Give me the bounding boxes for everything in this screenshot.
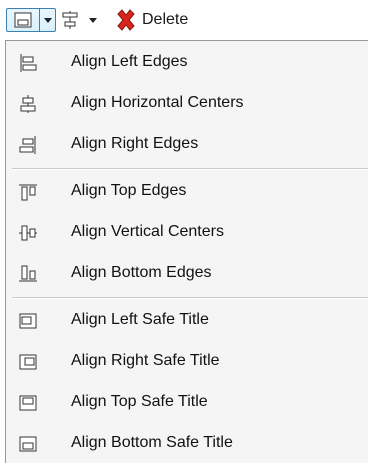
- align-horizontal-centers-icon: [20, 95, 36, 113]
- menu-item-label: Align Top Edges: [71, 182, 187, 199]
- align-right-edges-icon: [19, 136, 36, 154]
- distribute-icon: [62, 11, 78, 29]
- delete-label: Delete: [142, 11, 189, 28]
- align-top-edges-icon: [19, 184, 37, 201]
- menu-item-align-horizontal-centers[interactable]: Align Horizontal Centers: [6, 84, 368, 125]
- menu-item-align-left-edges[interactable]: Align Left Edges: [6, 43, 368, 84]
- menu-item-align-top-safe-title[interactable]: Align Top Safe Title: [6, 383, 368, 424]
- dropdown-arrow-icon: [89, 18, 97, 23]
- menu-item-align-vertical-centers[interactable]: Align Vertical Centers: [6, 213, 368, 254]
- menu-item-align-top-edges[interactable]: Align Top Edges: [6, 172, 368, 213]
- menu-item-label: Align Vertical Centers: [71, 223, 224, 240]
- menu-item-align-right-edges[interactable]: Align Right Edges: [6, 125, 368, 166]
- menu-item-label: Align Horizontal Centers: [71, 94, 244, 111]
- toolbar: Delete: [0, 0, 368, 40]
- menu-item-align-left-safe-title[interactable]: Align Left Safe Title: [6, 301, 368, 342]
- menu-item-label: Align Left Safe Title: [71, 311, 209, 328]
- align-icon: [14, 12, 32, 28]
- menu-separator: [12, 168, 368, 170]
- menu-item-label: Align Bottom Safe Title: [71, 434, 233, 451]
- align-top-safe-title-icon: [19, 395, 37, 411]
- menu-item-label: Align Left Edges: [71, 53, 188, 70]
- menu-item-align-bottom-safe-title[interactable]: Align Bottom Safe Title: [6, 424, 368, 465]
- menu-separator: [12, 297, 368, 299]
- menu-item-label: Align Bottom Edges: [71, 264, 212, 281]
- menu-item-label: Align Right Safe Title: [71, 352, 220, 369]
- menu-item-align-right-safe-title[interactable]: Align Right Safe Title: [6, 342, 368, 383]
- delete-x-icon: [117, 9, 135, 31]
- align-vertical-centers-icon: [19, 225, 37, 241]
- menu-item-label: Align Top Safe Title: [71, 393, 208, 410]
- align-left-edges-icon: [20, 54, 37, 72]
- dropdown-arrow-icon: [44, 18, 52, 23]
- align-split-button[interactable]: [6, 8, 56, 32]
- menu-item-label: Align Right Edges: [71, 135, 199, 152]
- align-dropdown-button[interactable]: [40, 9, 56, 31]
- delete-button[interactable]: Delete: [108, 8, 228, 32]
- align-menu: Align Left Edges Align Horizontal Center…: [5, 40, 368, 463]
- align-left-safe-title-icon: [19, 313, 37, 329]
- align-bottom-safe-title-icon: [19, 436, 37, 452]
- align-bottom-edges-icon: [19, 265, 37, 282]
- align-right-safe-title-icon: [19, 354, 37, 370]
- menu-item-align-bottom-edges[interactable]: Align Bottom Edges: [6, 254, 368, 295]
- align-button[interactable]: [7, 9, 40, 31]
- distribute-dropdown-button[interactable]: [58, 8, 102, 32]
